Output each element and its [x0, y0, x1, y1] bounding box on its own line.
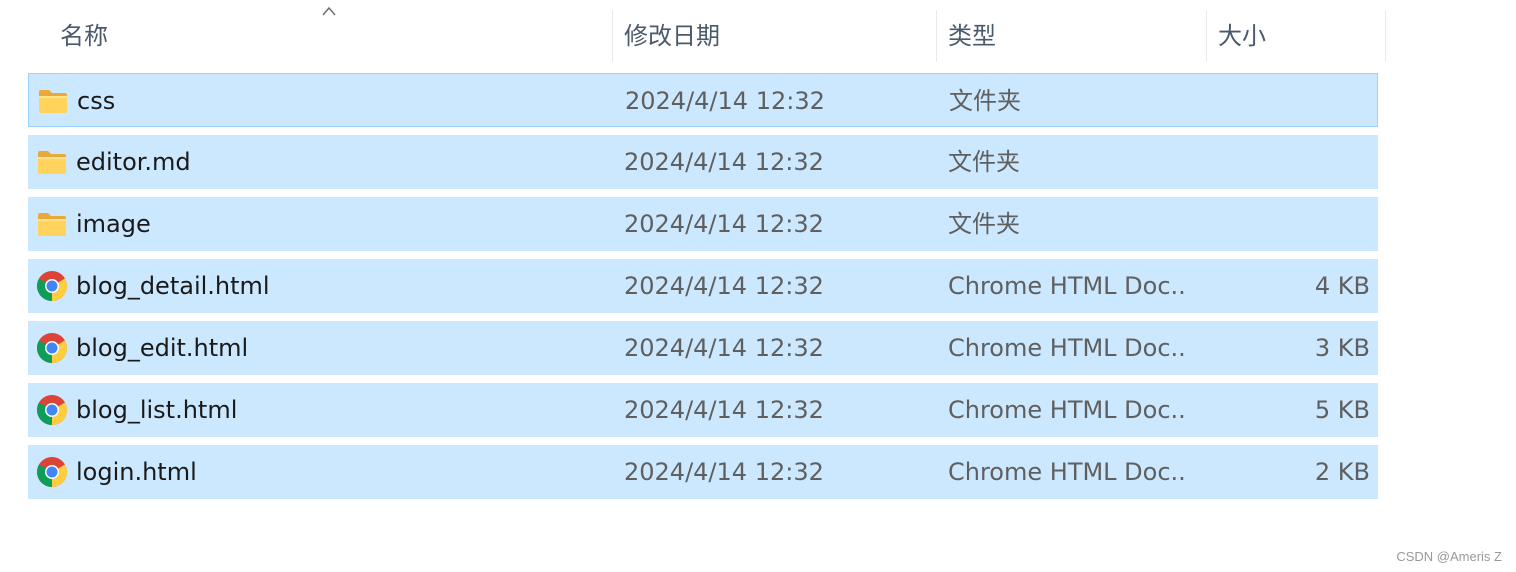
column-header-type[interactable]: 类型 [936, 10, 1206, 62]
file-date: 2024/4/14 12:32 [624, 334, 824, 362]
file-date: 2024/4/14 12:32 [624, 272, 824, 300]
column-header-bar: 名称 修改日期 类型 大小 [0, 0, 1516, 62]
file-name: blog_list.html [76, 396, 238, 424]
file-type: Chrome HTML Doc... [948, 272, 1188, 300]
column-header-date[interactable]: 修改日期 [612, 10, 936, 62]
file-date: 2024/4/14 12:32 [624, 396, 824, 424]
chrome-icon [36, 395, 68, 425]
column-header-date-label: 修改日期 [624, 22, 720, 50]
file-size: 2 KB [1314, 458, 1370, 486]
file-name: blog_edit.html [76, 334, 249, 362]
file-name: blog_detail.html [76, 272, 270, 300]
folder-icon [38, 151, 66, 174]
file-explorer-list-view: 名称 修改日期 类型 大小 css 2024/4/14 12:32 文件夹 ed… [0, 0, 1516, 572]
chrome-icon [36, 333, 68, 363]
file-type: 文件夹 [949, 87, 1021, 115]
chrome-icon [36, 457, 68, 487]
file-row-editor-md[interactable]: editor.md 2024/4/14 12:32 文件夹 [28, 135, 1378, 189]
file-row-image[interactable]: image 2024/4/14 12:32 文件夹 [28, 197, 1378, 251]
folder-icon [38, 213, 66, 236]
column-header-name-label: 名称 [60, 22, 108, 50]
watermark-text: CSDN @Ameris Z [1396, 549, 1502, 564]
file-date: 2024/4/14 12:32 [624, 148, 824, 176]
file-list: css 2024/4/14 12:32 文件夹 editor.md 2024/4… [28, 73, 1378, 507]
file-type: Chrome HTML Doc... [948, 458, 1188, 486]
file-type: Chrome HTML Doc... [948, 334, 1188, 362]
chrome-icon [36, 271, 68, 301]
file-size: 5 KB [1314, 396, 1370, 424]
file-date: 2024/4/14 12:32 [624, 210, 824, 238]
file-row-blog-edit[interactable]: blog_edit.html 2024/4/14 12:32 Chrome HT… [28, 321, 1378, 375]
column-header-name[interactable]: 名称 [0, 10, 612, 62]
file-row-login[interactable]: login.html 2024/4/14 12:32 Chrome HTML D… [28, 445, 1378, 499]
file-row-css[interactable]: css 2024/4/14 12:32 文件夹 [28, 73, 1378, 127]
file-row-blog-detail[interactable]: blog_detail.html 2024/4/14 12:32 Chrome … [28, 259, 1378, 313]
column-header-size-label: 大小 [1218, 22, 1266, 50]
folder-icon [39, 90, 67, 113]
file-name: login.html [76, 458, 197, 486]
column-header-size[interactable]: 大小 [1206, 10, 1386, 62]
file-name: css [77, 87, 116, 115]
file-size: 4 KB [1314, 272, 1370, 300]
file-date: 2024/4/14 12:32 [624, 458, 824, 486]
file-type: Chrome HTML Doc... [948, 396, 1188, 424]
file-size: 3 KB [1314, 334, 1370, 362]
file-name: editor.md [76, 148, 191, 176]
file-date: 2024/4/14 12:32 [625, 87, 825, 115]
file-row-blog-list[interactable]: blog_list.html 2024/4/14 12:32 Chrome HT… [28, 383, 1378, 437]
file-type: 文件夹 [948, 148, 1020, 176]
column-header-type-label: 类型 [948, 22, 996, 50]
file-name: image [76, 210, 151, 238]
file-type: 文件夹 [948, 210, 1020, 238]
